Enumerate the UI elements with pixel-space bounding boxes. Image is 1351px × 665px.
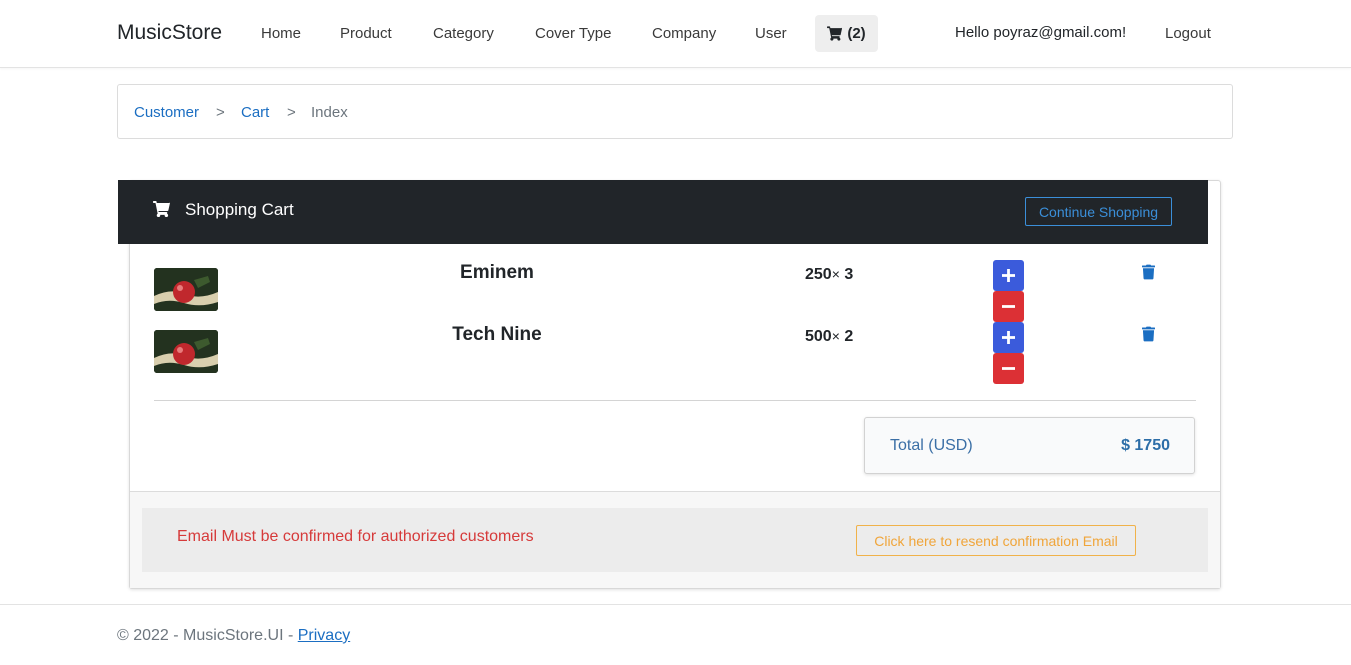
item-name: Tech Nine bbox=[452, 324, 542, 345]
top-navbar: MusicStore Home Product Category Cover T… bbox=[0, 0, 1351, 68]
trash-icon[interactable] bbox=[1142, 326, 1155, 342]
cart-count: (2) bbox=[847, 25, 866, 42]
nav-item-cover-type[interactable]: Cover Type bbox=[535, 25, 611, 42]
increase-quantity-button[interactable] bbox=[993, 260, 1024, 291]
privacy-link[interactable]: Privacy bbox=[298, 627, 350, 644]
product-thumbnail bbox=[154, 268, 218, 311]
trash-icon[interactable] bbox=[1142, 264, 1155, 280]
total-value: $ 1750 bbox=[1121, 437, 1170, 454]
minus-icon bbox=[1002, 367, 1015, 370]
item-name: Eminem bbox=[460, 262, 534, 283]
breadcrumb-separator: > bbox=[287, 104, 296, 121]
nav-item-category[interactable]: Category bbox=[433, 25, 494, 42]
continue-shopping-button[interactable]: Continue Shopping bbox=[1025, 197, 1172, 226]
cart-icon bbox=[827, 26, 843, 41]
decrease-quantity-button[interactable] bbox=[993, 291, 1024, 322]
brand-logo[interactable]: MusicStore bbox=[117, 21, 222, 45]
copyright-text: © 2022 - MusicStore.UI - bbox=[117, 627, 298, 644]
footer-text: © 2022 - MusicStore.UI - Privacy bbox=[117, 627, 350, 645]
plus-icon bbox=[1002, 331, 1015, 344]
nav-cart-button[interactable]: (2) bbox=[815, 15, 878, 52]
product-thumbnail bbox=[154, 330, 218, 373]
breadcrumb-index: Index bbox=[311, 104, 348, 121]
card-title: Shopping Cart bbox=[185, 200, 294, 219]
card-header: Shopping Cart Continue Shopping bbox=[118, 180, 1208, 244]
total-box: Total (USD) $ 1750 bbox=[864, 417, 1195, 474]
page-footer: © 2022 - MusicStore.UI - Privacy bbox=[0, 604, 1351, 665]
cart-icon bbox=[153, 201, 170, 217]
breadcrumb-customer[interactable]: Customer bbox=[134, 104, 199, 121]
breadcrumb: Customer > Cart > Index bbox=[117, 84, 1233, 139]
breadcrumb-cart[interactable]: Cart bbox=[241, 104, 269, 121]
divider bbox=[154, 400, 1196, 401]
breadcrumb-separator: > bbox=[216, 104, 225, 121]
nav-item-logout[interactable]: Logout bbox=[1165, 25, 1211, 42]
item-price-qty: 500× 2 bbox=[805, 328, 854, 345]
decrease-quantity-button[interactable] bbox=[993, 353, 1024, 384]
plus-icon bbox=[1002, 269, 1015, 282]
email-confirmation-message: Email Must be confirmed for authorized c… bbox=[177, 528, 534, 545]
email-confirmation-notice: Email Must be confirmed for authorized c… bbox=[142, 508, 1208, 572]
nav-item-user[interactable]: User bbox=[755, 25, 787, 42]
minus-icon bbox=[1002, 305, 1015, 308]
item-price-qty: 250× 3 bbox=[805, 266, 854, 283]
greeting-text[interactable]: Hello poyraz@gmail.com! bbox=[955, 24, 1126, 41]
nav-item-home[interactable]: Home bbox=[261, 25, 301, 42]
total-label: Total (USD) bbox=[890, 437, 973, 454]
increase-quantity-button[interactable] bbox=[993, 322, 1024, 353]
nav-item-company[interactable]: Company bbox=[652, 25, 716, 42]
nav-item-product[interactable]: Product bbox=[340, 25, 392, 42]
resend-confirmation-button[interactable]: Click here to resend confirmation Email bbox=[856, 525, 1136, 556]
